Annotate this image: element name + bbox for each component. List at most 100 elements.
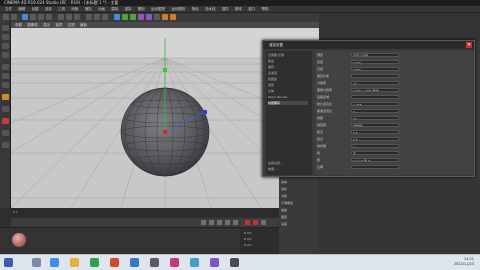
x-axis-icon[interactable]	[58, 14, 64, 20]
viewport-menu-camera[interactable]: 摄像机	[27, 23, 38, 27]
side-item-antialiasing[interactable]: 抗锯齿	[268, 77, 308, 81]
app-icon[interactable]	[110, 258, 119, 267]
record-icon[interactable]	[245, 220, 250, 225]
setting-field[interactable]: 自定义设置	[351, 53, 399, 57]
y-axis-icon[interactable]	[66, 14, 72, 20]
material-manager[interactable]	[0, 227, 240, 254]
strip-item-render[interactable]: 渲染	[281, 222, 299, 226]
menu-render[interactable]: 渲染	[125, 6, 132, 13]
edges-mode-icon[interactable]	[2, 73, 9, 79]
snap-icon[interactable]	[2, 118, 9, 124]
app-icon[interactable]	[190, 258, 199, 267]
viewport-menu-display[interactable]: 显示	[43, 23, 50, 27]
menu-create[interactable]: 创建	[32, 6, 39, 13]
menu-tracker[interactable]: 运动跟踪	[151, 6, 165, 13]
strip-item-phong[interactable]: 平滑着色	[281, 201, 299, 205]
render-view-icon[interactable]	[86, 14, 92, 20]
coord-x[interactable]: 0 cm	[244, 231, 251, 235]
search-icon[interactable]	[32, 258, 41, 267]
model-mode-icon[interactable]	[2, 34, 9, 40]
planar-workplane-icon[interactable]	[2, 142, 9, 148]
strip-item-coord[interactable]: 坐标	[281, 187, 299, 191]
floor-icon[interactable]	[154, 14, 160, 20]
cube-icon[interactable]	[114, 14, 120, 20]
setting-field[interactable]	[351, 165, 399, 169]
menu-script[interactable]: 脚本	[235, 6, 242, 13]
setting-field[interactable]: 72	[351, 81, 399, 85]
side-item-multipass[interactable]: 多通道	[268, 71, 308, 75]
setting-field[interactable]: 0 F	[351, 130, 399, 134]
menu-edit[interactable]: 编辑	[18, 6, 25, 13]
menu-snap[interactable]: 捕捉	[85, 6, 92, 13]
effect-button[interactable]: 效果...	[268, 167, 308, 171]
render-icon[interactable]	[94, 14, 100, 20]
axis-mode-icon[interactable]	[2, 94, 9, 100]
side-item-options[interactable]: 选项	[268, 83, 308, 87]
object-manager[interactable]	[319, 13, 480, 41]
workplane-icon[interactable]	[2, 52, 9, 58]
setting-field[interactable]	[351, 74, 399, 78]
menu-pipeline[interactable]: 流水线	[205, 6, 216, 13]
deformer-icon[interactable]	[146, 14, 152, 20]
previous-key-icon[interactable]	[209, 220, 214, 225]
material-swatch[interactable]	[12, 233, 26, 247]
menu-help[interactable]: 帮助	[262, 6, 269, 13]
setting-field[interactable]: 30	[351, 116, 399, 120]
setting-field[interactable]: 0 F	[351, 137, 399, 141]
menu-mograph[interactable]: 运动图形	[171, 6, 185, 13]
polygons-mode-icon[interactable]	[2, 82, 9, 88]
undo-icon[interactable]	[3, 14, 9, 20]
texture-mode-icon[interactable]	[2, 43, 9, 49]
setting-field[interactable]: 1	[351, 109, 399, 113]
viewport-menu-panel[interactable]: 面板	[80, 23, 87, 27]
lock-workplane-icon[interactable]	[2, 130, 9, 136]
setting-field[interactable]: 1	[351, 144, 399, 148]
menu-window[interactable]: 窗口	[248, 6, 255, 13]
side-item-stereoscopic[interactable]: 立体	[268, 89, 308, 93]
strip-item-layer[interactable]: 图层	[281, 215, 299, 219]
setting-field[interactable]	[351, 95, 399, 99]
menu-select[interactable]: 选择	[45, 6, 52, 13]
move-icon[interactable]	[30, 14, 36, 20]
side-item-team-render[interactable]: Team Render	[268, 95, 308, 99]
play-icon[interactable]	[217, 220, 222, 225]
setting-field[interactable]: 1.778	[351, 102, 399, 106]
keyframe-selection-icon[interactable]	[261, 220, 266, 225]
next-key-icon[interactable]	[225, 220, 230, 225]
menu-file[interactable]: 文件	[5, 6, 12, 13]
viewport-menu-options[interactable]: 选项	[55, 23, 62, 27]
go-to-start-icon[interactable]	[201, 220, 206, 225]
file-explorer-icon[interactable]	[70, 258, 79, 267]
setting-field[interactable]: 1920	[351, 60, 399, 64]
attribute-manager[interactable]	[319, 178, 480, 254]
side-item-material-override[interactable]: 材质覆写	[268, 101, 308, 105]
side-item-renderer[interactable]: 渲染器 标准	[268, 53, 308, 57]
rotate-icon[interactable]	[46, 14, 52, 20]
app-icon[interactable]	[150, 258, 159, 267]
camera-icon[interactable]	[162, 14, 168, 20]
app-icon[interactable]	[170, 258, 179, 267]
menu-simulate[interactable]: 模拟	[111, 6, 118, 13]
menu-plugins[interactable]: 插件	[222, 6, 229, 13]
z-axis-icon[interactable]	[74, 14, 80, 20]
strip-item-basic[interactable]: 基本	[281, 180, 299, 184]
tweak-mode-icon[interactable]	[2, 106, 9, 112]
setting-field[interactable]: 1080	[351, 67, 399, 71]
strip-item-object[interactable]: 对象	[281, 194, 299, 198]
windows-start-icon[interactable]	[4, 258, 13, 267]
render-settings-button[interactable]: 渲染设置...	[268, 161, 308, 165]
viewport-menu-view[interactable]: 查看	[15, 23, 22, 27]
browser-icon[interactable]	[50, 258, 59, 267]
render-settings-icon[interactable]	[102, 14, 108, 20]
setting-field[interactable]: 当前帧	[351, 123, 399, 127]
scale-icon[interactable]	[38, 14, 44, 20]
app-icon[interactable]	[230, 258, 239, 267]
coord-z[interactable]: 0 cm	[244, 243, 251, 247]
cinema4d-icon[interactable]	[130, 258, 139, 267]
menu-mesh[interactable]: 网格	[71, 6, 78, 13]
side-item-save[interactable]: 保存	[268, 65, 308, 69]
auto-key-icon[interactable]	[253, 220, 258, 225]
close-icon[interactable]: ×	[466, 42, 472, 48]
subdivision-icon[interactable]	[130, 14, 136, 20]
menu-character[interactable]: 角色	[192, 6, 199, 13]
